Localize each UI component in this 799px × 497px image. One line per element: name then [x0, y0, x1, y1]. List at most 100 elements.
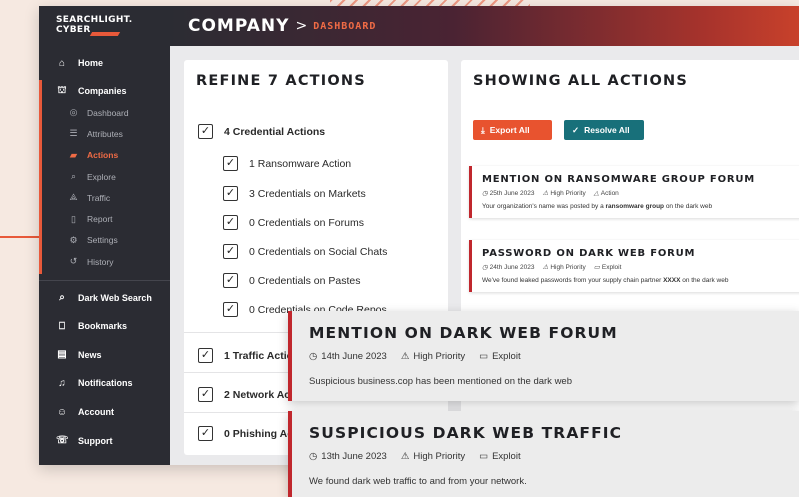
sidebar-item-label: Companies — [78, 86, 127, 96]
sidebar-subitem-report[interactable]: ▯ Report — [42, 208, 170, 229]
warning-icon: ⚠ — [400, 451, 410, 462]
sidebar-subitem-explore[interactable]: ⌕ Explore — [42, 166, 170, 187]
action-title: MENTION ON RANSOMWARE GROUP FORUM — [482, 174, 756, 185]
filter-credentials-forums[interactable]: ✓ 0 Credentials on Forums — [223, 215, 364, 230]
actions-icon: ▰ — [70, 149, 77, 160]
sidebar-item-label: Account — [78, 407, 114, 418]
sidebar-subitem-label: Actions — [87, 150, 119, 161]
action-date: ◷ 13th June 2023 — [309, 451, 387, 462]
action-type: ▭ Exploit — [593, 263, 622, 272]
action-meta: ◷ 14th June 2023 ⚠ High Priority ▭ Exploit — [309, 351, 782, 362]
sidebar-subitem-actions[interactable]: ▰ Actions — [42, 145, 170, 166]
sidebar-item-bookmarks[interactable]: ⎕ Bookmarks — [39, 312, 170, 341]
sidebar-divider — [39, 280, 170, 282]
sidebar-subitem-label: History — [87, 256, 114, 267]
action-date: ◷ 14th June 2023 — [309, 351, 387, 362]
filter-credentials-social[interactable]: ✓ 0 Credentials on Social Chats — [223, 244, 387, 259]
action-description: Suspicious business.cop has been mention… — [309, 376, 573, 387]
filter-credential-actions[interactable]: ✓ 4 Credential Actions — [198, 124, 325, 139]
companies-section: ⛫ Companies ◎ Dashboard ☰ Attributes ▰ A… — [39, 80, 170, 275]
sidebar-subitem-traffic[interactable]: ⟁ Traffic — [42, 187, 170, 208]
history-icon: ↺ — [69, 256, 78, 267]
clock-icon: ◷ — [482, 190, 488, 197]
warning-icon: ⚠ — [542, 190, 549, 197]
action-date: ◷ 25th June 2023 — [482, 189, 535, 198]
brand-logo[interactable]: SEARCHLIGHT. CYBER — [39, 6, 170, 46]
checkbox-checked-icon[interactable]: ✓ — [198, 348, 213, 363]
sidebar-subitem-dashboard[interactable]: ◎ Dashboard — [42, 102, 170, 123]
action-priority: ⚠ High Priority — [542, 189, 586, 198]
filter-ransomware[interactable]: ✓ 1 Ransomware Action — [223, 156, 351, 171]
document-icon: ▯ — [71, 213, 76, 224]
sidebar-item-account[interactable]: ☺ Account — [39, 398, 170, 427]
checkbox-checked-icon[interactable]: ✓ — [223, 302, 238, 317]
resolve-all-button[interactable]: ✓ Resolve All — [564, 120, 644, 140]
filter-credentials-markets[interactable]: ✓ 3 Credentials on Markets — [223, 186, 366, 201]
sidebar-item-news[interactable]: ▤ News — [39, 341, 170, 370]
checkbox-checked-icon[interactable]: ✓ — [223, 156, 238, 171]
action-type: ▭ Exploit — [479, 351, 521, 362]
action-meta: ◷ 24th June 2023 ⚠ High Priority ▭ Exploit — [482, 263, 799, 272]
action-card[interactable]: MENTION ON RANSOMWARE GROUP FORUM ◷ 25th … — [469, 166, 799, 218]
chat-icon: ☏ — [56, 435, 69, 447]
sidebar-subitem-label: Attributes — [87, 128, 123, 139]
sidebar-subitem-attributes[interactable]: ☰ Attributes — [42, 123, 170, 144]
filter-label: 0 Credentials on Forums — [249, 216, 364, 229]
traffic-icon: ⟁ — [69, 192, 78, 203]
home-icon: ⌂ — [58, 57, 66, 69]
export-all-button[interactable]: ⤓ Export All — [473, 120, 552, 140]
checkbox-checked-icon[interactable]: ✓ — [198, 124, 213, 139]
checkbox-checked-icon[interactable]: ✓ — [223, 273, 238, 288]
dashboard-icon: ◎ — [69, 107, 78, 118]
action-card[interactable]: PASSWORD ON DARK WEB FORUM ◷ 24th June 20… — [469, 240, 799, 292]
filter-label: 4 Credential Actions — [224, 125, 326, 138]
alert-triangle-icon: △ — [593, 190, 599, 197]
header-bar: COMPANY > DASHBOARD — [170, 6, 799, 46]
sidebar-item-label: News — [78, 349, 102, 360]
sidebar-subitem-history[interactable]: ↺ History — [42, 251, 170, 272]
checkbox-checked-icon[interactable]: ✓ — [198, 426, 213, 441]
sidebar-nav: ⌂ Home ⛫ Companies ◎ Dashboard ☰ Attribu… — [39, 52, 170, 455]
sidebar-subitem-settings[interactable]: ⚙ Settings — [42, 230, 170, 251]
checkbox-checked-icon[interactable]: ✓ — [198, 387, 213, 402]
checkbox-checked-icon[interactable]: ✓ — [223, 244, 238, 259]
sidebar-item-notifications[interactable]: ♫ Notifications — [39, 369, 170, 398]
action-priority: ⚠ High Priority — [400, 451, 466, 462]
action-date: ◷ 24th June 2023 — [482, 263, 535, 272]
highlight-action-card[interactable]: SUSPICIOUS DARK WEB TRAFFIC ◷ 13th June 2… — [288, 411, 799, 497]
page-title: COMPANY — [188, 16, 290, 36]
actions-title: SHOWING ALL ACTIONS — [473, 73, 688, 89]
button-label: Resolve All — [584, 125, 630, 135]
brand-line1: SEARCHLIGHT. — [56, 15, 133, 25]
clock-icon: ◷ — [482, 264, 488, 271]
action-description: We've found leaked passwords from your s… — [482, 277, 729, 284]
sidebar-item-label: Dark Web Search — [78, 292, 152, 303]
action-description: Your organization's name was posted by a… — [482, 203, 713, 210]
user-icon: ☺ — [56, 406, 68, 418]
action-priority: ⚠ High Priority — [542, 263, 586, 272]
check-icon: ✓ — [572, 124, 580, 135]
bell-icon: ♫ — [58, 377, 66, 389]
download-icon: ⤓ — [481, 124, 485, 135]
checkbox-checked-icon[interactable]: ✓ — [223, 186, 238, 201]
bookmark-icon: ⎕ — [59, 320, 65, 332]
sidebar-subitem-label: Report — [87, 214, 113, 225]
highlight-action-card[interactable]: MENTION ON DARK WEB FORUM ◷ 14th June 202… — [288, 311, 799, 401]
action-priority: ⚠ High Priority — [400, 351, 466, 362]
logo-slash — [89, 32, 121, 36]
sidebar-item-label: Notifications — [78, 378, 133, 389]
sidebar-item-support[interactable]: ☏ Support — [39, 426, 170, 455]
sidebar-subitem-label: Traffic — [87, 192, 111, 203]
companies-icon: ⛫ — [57, 84, 67, 96]
checkbox-checked-icon[interactable]: ✓ — [223, 215, 238, 230]
sidebar-item-dark-web-search[interactable]: ⌕ Dark Web Search — [39, 283, 170, 312]
action-meta: ◷ 13th June 2023 ⚠ High Priority ▭ Exploit — [309, 451, 782, 462]
sidebar-item-home[interactable]: ⌂ Home — [39, 52, 170, 74]
refine-title: REFINE 7 ACTIONS — [196, 73, 366, 89]
action-title: MENTION ON DARK WEB FORUM — [309, 324, 618, 342]
breadcrumb[interactable]: DASHBOARD — [313, 21, 376, 32]
sidebar-subitem-label: Explore — [87, 171, 116, 182]
sidebar-item-companies[interactable]: ⛫ Companies — [42, 80, 170, 102]
action-type: △ Action — [593, 189, 619, 198]
filter-credentials-pastes[interactable]: ✓ 0 Credentials on Pastes — [223, 273, 360, 288]
